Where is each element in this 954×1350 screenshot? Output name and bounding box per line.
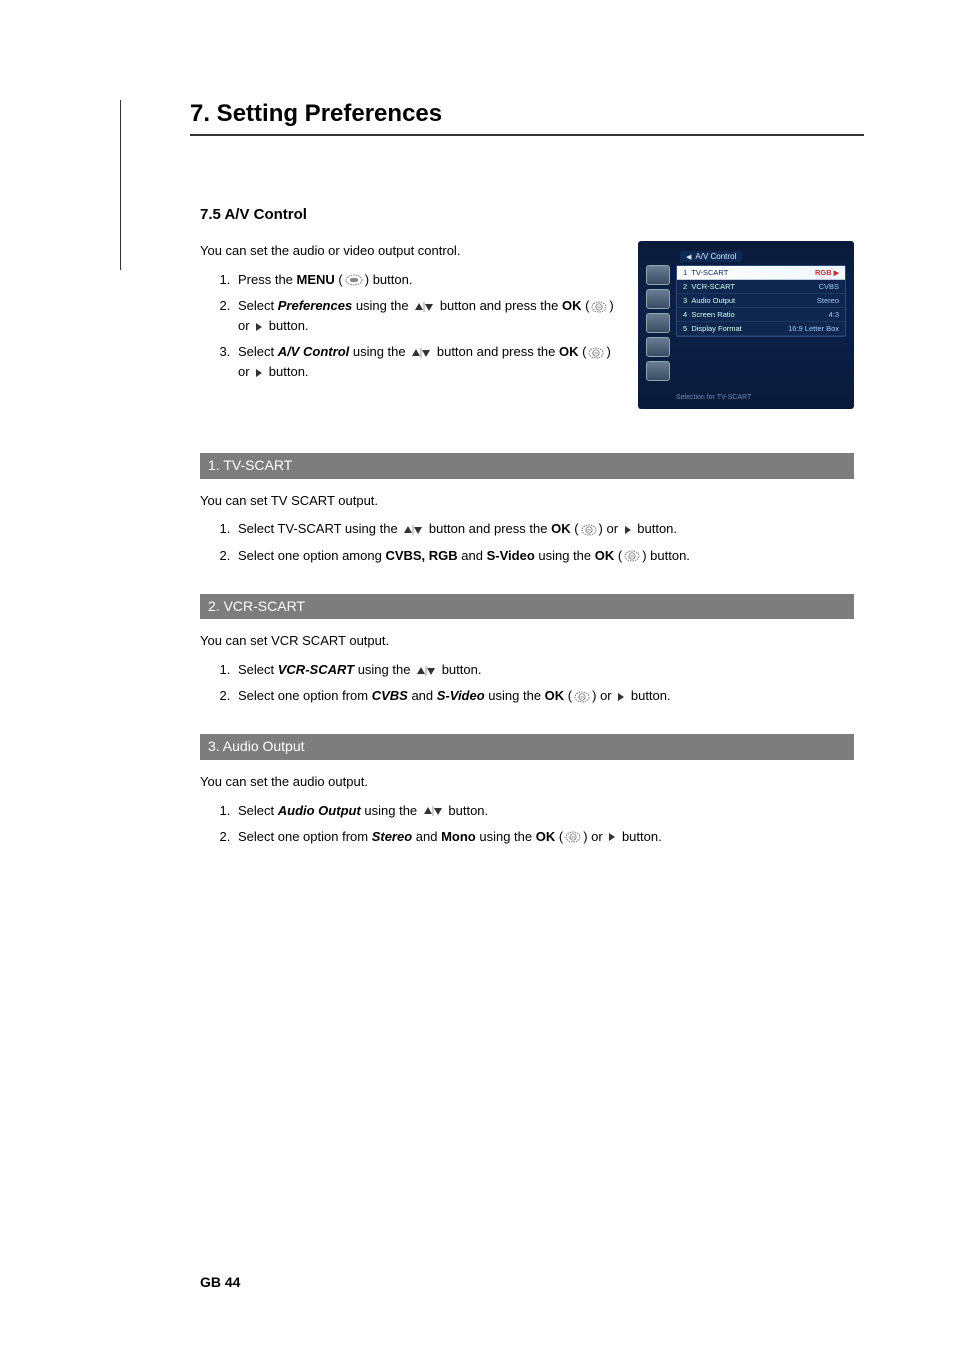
chapter-title: 7. Setting Preferences (190, 100, 864, 128)
shot-sidebar-icon (646, 265, 670, 285)
shot-row: 2 VCR-SCART CVBS (677, 280, 845, 294)
right-arrow-icon (624, 525, 632, 535)
svg-text:OK: OK (594, 351, 600, 355)
shot-sidebar-icon (646, 313, 670, 333)
subheader-tvscart: 1. TV-SCART (200, 453, 854, 479)
right-arrow-icon (617, 692, 625, 702)
shot-row: 4 Screen Ratio 4:3 (677, 308, 845, 322)
step-2: Select Preferences using the button and … (234, 296, 618, 336)
up-down-arrow-icon (411, 348, 431, 358)
up-down-arrow-icon (414, 302, 434, 312)
ok-button-icon: OK (565, 831, 581, 843)
tvscart-steps: Select TV-SCART using the button and pre… (234, 519, 854, 565)
subheader-vcrscart: 2. VCR-SCART (200, 594, 854, 620)
ok-button-icon: OK (588, 347, 604, 359)
menu-button-icon (345, 274, 363, 286)
shot-sidebar-icon (646, 289, 670, 309)
subheader-audio: 3. Audio Output (200, 734, 854, 760)
ok-button-icon: OK (581, 524, 597, 536)
right-arrow-icon (255, 322, 263, 332)
page-number: GB 44 (200, 1274, 240, 1290)
svg-text:OK: OK (597, 305, 603, 309)
ok-button-icon: OK (574, 691, 590, 703)
step-1: Press the MENU () button. (234, 270, 618, 290)
shot-sidebar-icon (646, 337, 670, 357)
shot-row-selected: 1 TV-SCART RGB▶ (677, 266, 845, 280)
shot-row: 3 Audio Output Stereo (677, 294, 845, 308)
up-down-arrow-icon (416, 666, 436, 676)
right-arrow-icon (608, 832, 616, 842)
chapter-bar: 7. Setting Preferences (190, 100, 864, 136)
audio-step-2: Select one option from Stereo and Mono u… (234, 827, 854, 847)
step-3: Select A/V Control using the button and … (234, 342, 618, 382)
svg-text:OK: OK (571, 836, 577, 840)
ok-button-icon: OK (624, 550, 640, 562)
tvscart-intro: You can set TV SCART output. (200, 491, 854, 512)
tvscart-step-1: Select TV-SCART using the button and pre… (234, 519, 854, 539)
vcrscart-step-1: Select VCR-SCART using the button. (234, 660, 854, 680)
ok-button-icon: OK (591, 301, 607, 313)
section-title: 7.5 A/V Control (200, 206, 854, 223)
vcrscart-step-2: Select one option from CVBS and S-Video … (234, 686, 854, 706)
audio-intro: You can set the audio output. (200, 772, 854, 793)
vcrscart-steps: Select VCR-SCART using the button. Selec… (234, 660, 854, 706)
vcrscart-intro: You can set VCR SCART output. (200, 631, 854, 652)
audio-steps: Select Audio Output using the button. Se… (234, 801, 854, 847)
shot-sidebar-icon (646, 361, 670, 381)
tvscart-step-2: Select one option among CVBS, RGB and S-… (234, 546, 854, 566)
main-steps: Press the MENU () button. Select Prefere… (234, 270, 618, 383)
audio-step-1: Select Audio Output using the button. (234, 801, 854, 821)
up-down-arrow-icon (403, 525, 423, 535)
svg-text:OK: OK (630, 555, 636, 559)
up-down-arrow-icon (423, 806, 443, 816)
svg-text:OK: OK (580, 695, 586, 699)
margin-rule (120, 100, 121, 270)
shot-row: 5 Display Format 16:9 Letter Box (677, 322, 845, 336)
av-control-screenshot: ◀A/V Control 1 TV-SCART RGB▶ 2 VCR-SCART (638, 241, 854, 409)
svg-text:OK: OK (586, 528, 592, 532)
section-intro: You can set the audio or video output co… (200, 241, 618, 262)
right-arrow-icon (255, 368, 263, 378)
